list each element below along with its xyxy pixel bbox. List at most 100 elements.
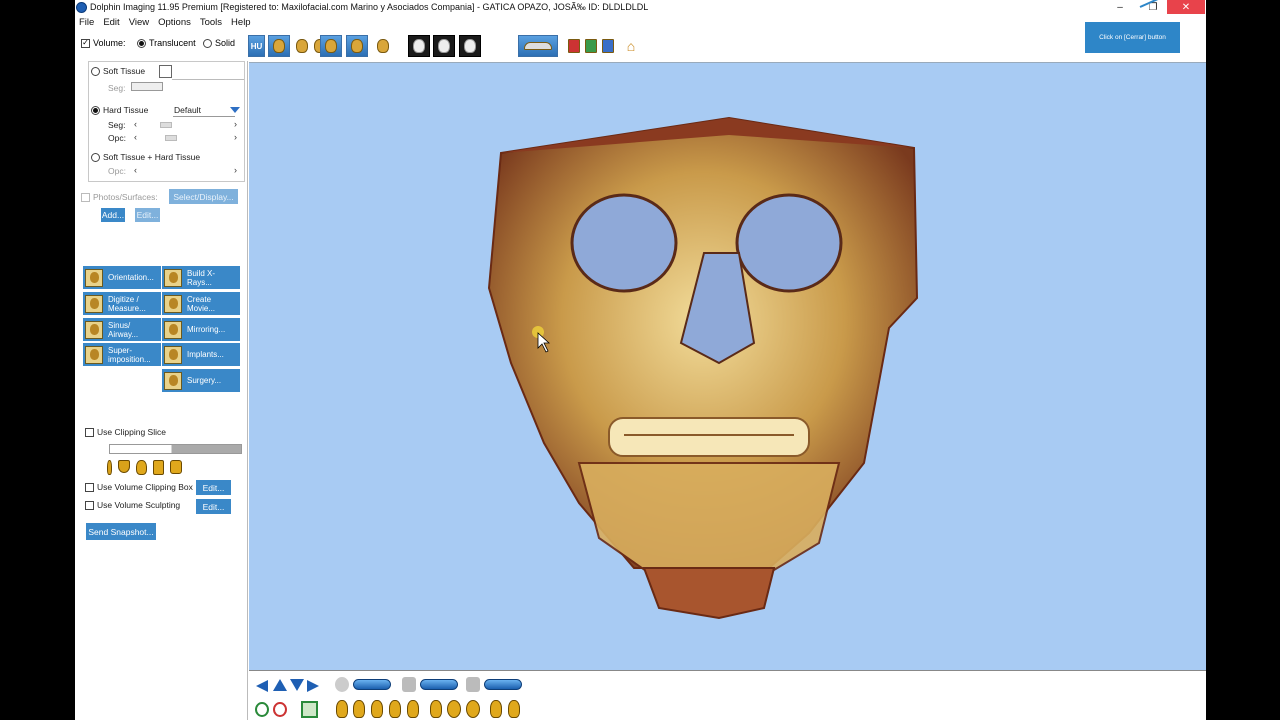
- superimposition-icon: [85, 345, 103, 364]
- soft-hard-tissue-radio[interactable]: Soft Tissue + Hard Tissue: [91, 152, 200, 162]
- implants-button[interactable]: Implants...: [162, 343, 240, 366]
- soft-seg-slider[interactable]: [131, 82, 163, 91]
- chevron-down-icon[interactable]: [230, 107, 240, 113]
- seg-right-arrow-icon[interactable]: ›: [234, 119, 237, 129]
- skull-icon: [273, 39, 285, 53]
- hard-tissue-radio[interactable]: Hard Tissue: [91, 105, 148, 115]
- photos-surfaces-checkbox[interactable]: Photos/Surfaces:: [81, 192, 158, 202]
- axial-slice-icon[interactable]: [118, 460, 130, 473]
- volume-sculpting-checkbox[interactable]: Use Volume Sculpting: [85, 500, 180, 510]
- volume-render-viewport[interactable]: [249, 62, 1206, 670]
- minimize-button[interactable]: –: [1105, 0, 1135, 14]
- skull-layout-button[interactable]: [346, 35, 368, 57]
- seg-left-arrow-icon[interactable]: ‹: [134, 119, 137, 129]
- sagittal-slice-icon[interactable]: [107, 460, 112, 475]
- menu-help[interactable]: Help: [231, 17, 251, 28]
- implants-label: Implants...: [187, 350, 224, 359]
- home-icon: ⌂: [626, 38, 636, 54]
- zoom-out-icon[interactable]: [273, 702, 287, 717]
- cylinder-slice-icon[interactable]: [170, 460, 182, 474]
- solid-radio[interactable]: Solid: [203, 38, 235, 48]
- roll-slider[interactable]: [484, 679, 522, 690]
- soft-tissue-label: Soft Tissue: [103, 66, 146, 76]
- hu-button[interactable]: HU: [248, 35, 265, 57]
- roll-icon[interactable]: [466, 677, 480, 692]
- soft-tissue-color-swatch[interactable]: [159, 65, 172, 78]
- opc-slider-thumb[interactable]: [165, 135, 177, 141]
- opc-left-arrow-icon[interactable]: ‹: [134, 132, 137, 142]
- clipping-box-edit-button[interactable]: Edit...: [196, 480, 231, 495]
- skull-side-icon[interactable]: [136, 460, 147, 475]
- spin-icon[interactable]: [335, 677, 349, 692]
- soft-seg-label: Seg:: [108, 83, 126, 93]
- radio-unselected-icon: [203, 38, 212, 48]
- orientation-button[interactable]: Orientation...: [83, 266, 161, 289]
- quad-view-button[interactable]: [320, 35, 342, 57]
- menu-file[interactable]: File: [79, 17, 94, 28]
- menu-options[interactable]: Options: [158, 17, 191, 28]
- rotate-left-icon[interactable]: [256, 680, 268, 692]
- superimposition-button[interactable]: Super- imposition...: [83, 343, 161, 366]
- skull-view-bottom-icon[interactable]: [466, 700, 480, 718]
- main-toolbar: ✓ Volume: Translucent Solid HU ⌂: [75, 33, 1206, 61]
- digitize-measure-button[interactable]: Digitize / Measure...: [83, 292, 161, 315]
- skull-view-right-icon[interactable]: [407, 700, 419, 718]
- rotate-down-icon[interactable]: [290, 679, 304, 691]
- superimposition-label: Super- imposition...: [108, 345, 151, 364]
- home-button[interactable]: ⌂: [620, 35, 642, 57]
- skull-front-view-button[interactable]: [268, 35, 290, 57]
- skull-view-front-icon[interactable]: [371, 700, 383, 718]
- clipping-slice-slider[interactable]: [109, 444, 242, 454]
- sinus-airway-button[interactable]: Sinus/ Airway...: [83, 318, 161, 341]
- soft-tissue-radio[interactable]: Soft Tissue: [91, 66, 145, 76]
- spin-slider[interactable]: [353, 679, 391, 690]
- seg-slider-thumb[interactable]: [160, 122, 172, 128]
- skull-view-left-oblique-icon[interactable]: [353, 700, 365, 718]
- head-profile-left-button[interactable]: [408, 35, 430, 57]
- build-xrays-button[interactable]: Build X-Rays...: [162, 266, 240, 289]
- skull-view-right-oblique-icon[interactable]: [389, 700, 401, 718]
- menu-view[interactable]: View: [129, 17, 149, 28]
- rotate-right-icon[interactable]: [307, 680, 319, 692]
- skull-view-left-icon[interactable]: [336, 700, 348, 718]
- send-snapshot-button[interactable]: Send Snapshot...: [86, 523, 156, 540]
- skull-view-top-icon[interactable]: [447, 700, 461, 718]
- translucent-radio[interactable]: Translucent: [137, 38, 196, 48]
- volume-checkbox[interactable]: ✓ Volume:: [81, 38, 126, 48]
- menu-tools[interactable]: Tools: [200, 17, 222, 28]
- panoramic-view-button[interactable]: [518, 35, 558, 57]
- head-top-button[interactable]: [459, 35, 481, 57]
- opc-right-arrow-icon[interactable]: ›: [234, 132, 237, 142]
- build-xrays-label: Build X-Rays...: [187, 268, 216, 287]
- tilt-slider[interactable]: [420, 679, 458, 690]
- tilt-icon[interactable]: [402, 677, 416, 692]
- surgery-button[interactable]: Surgery...: [162, 369, 240, 392]
- soft-hard-opc-left-arrow-icon: ‹: [134, 165, 137, 175]
- close-button[interactable]: ✕: [1167, 0, 1205, 14]
- skull-view-lateral-alt-icon[interactable]: [508, 700, 520, 718]
- skull-grid-button[interactable]: [372, 35, 394, 57]
- head-profile-right-button[interactable]: [433, 35, 455, 57]
- coronal-slice-icon[interactable]: [153, 460, 164, 475]
- menu-edit[interactable]: Edit: [103, 17, 119, 28]
- select-display-button[interactable]: Select/Display...: [169, 189, 238, 204]
- skull-view-back-icon[interactable]: [430, 700, 442, 718]
- sculpting-edit-button[interactable]: Edit...: [196, 499, 231, 514]
- edit-photo-button[interactable]: Edit...: [135, 208, 160, 222]
- book-blue-button[interactable]: [597, 35, 619, 57]
- volume-clipping-box-checkbox[interactable]: Use Volume Clipping Box: [85, 482, 193, 492]
- dropdown-underline: [173, 116, 235, 117]
- preset-dropdown[interactable]: Default: [174, 105, 201, 115]
- mirroring-label: Mirroring...: [187, 325, 226, 334]
- create-movie-button[interactable]: Create Movie...: [162, 292, 240, 315]
- fit-to-window-icon[interactable]: [301, 701, 318, 718]
- zoom-in-icon[interactable]: [255, 702, 269, 717]
- add-photo-button[interactable]: Add...: [101, 208, 125, 222]
- photos-surfaces-label: Photos/Surfaces:: [93, 192, 158, 202]
- rotate-up-icon[interactable]: [273, 679, 287, 691]
- clipping-slice-checkbox[interactable]: Use Clipping Slice: [85, 427, 166, 437]
- skull-view-lateral-icon[interactable]: [490, 700, 502, 718]
- mirroring-button[interactable]: Mirroring...: [162, 318, 240, 341]
- translucent-label: Translucent: [149, 38, 196, 48]
- application-window: Dolphin Imaging 11.95 Premium [Registere…: [75, 0, 1206, 720]
